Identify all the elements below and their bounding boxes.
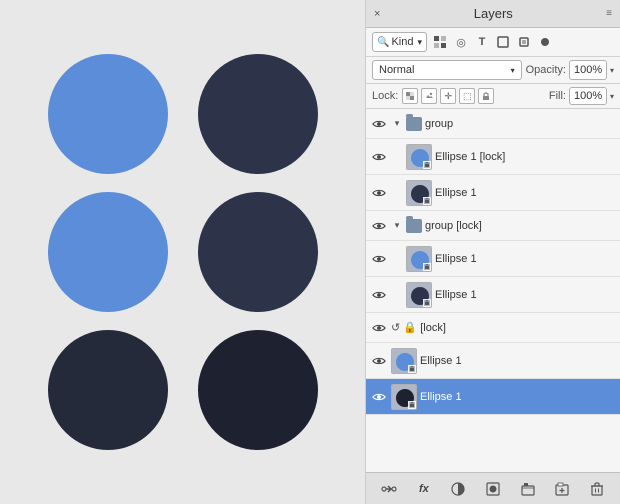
ellipse1b-name: Ellipse 1 — [435, 253, 616, 265]
lock-transparent-btn[interactable] — [402, 88, 418, 104]
blend-mode-value: Normal — [379, 64, 414, 76]
delete-layer-btn[interactable] — [586, 478, 608, 500]
group2-visibility-toggle[interactable] — [370, 217, 388, 235]
ellipse1b-thumb — [406, 246, 432, 272]
panel-close-icon[interactable]: × — [374, 8, 380, 20]
circle-dark-2 — [198, 192, 318, 312]
blend-mode-select[interactable]: Normal ▾ — [372, 60, 522, 80]
layer-ellipse1-a[interactable]: Ellipse 1 — [366, 175, 620, 211]
ellipse1a-name: Ellipse 1 — [435, 187, 616, 199]
lock-row-sync-icon: ↺ — [391, 321, 400, 334]
ellipse1b-visibility[interactable] — [370, 250, 388, 268]
layers-panel: × Layers ≡ 🔍 Kind ▾ ◎ T — [365, 0, 620, 504]
filter-bar: 🔍 Kind ▾ ◎ T — [366, 28, 620, 57]
lock-row-visibility[interactable] — [370, 319, 388, 337]
lock-icons: ✛ ⬚ — [402, 88, 494, 104]
ellipse1lock-name: Ellipse 1 [lock] — [435, 151, 616, 163]
ellipse1lock-visibility[interactable] — [370, 148, 388, 166]
circle-blue-2 — [48, 192, 168, 312]
lock-position-btn[interactable]: ✛ — [440, 88, 456, 104]
ellipse1c-thumb — [406, 282, 432, 308]
filter-pixel-icon[interactable] — [431, 33, 449, 51]
kind-label: Kind — [391, 36, 413, 48]
lock-all-btn[interactable] — [478, 88, 494, 104]
ellipse1d-thumb — [391, 348, 417, 374]
layer-ellipse1-e[interactable]: Ellipse 1 — [366, 379, 620, 415]
ellipse1d-name: Ellipse 1 — [420, 355, 616, 367]
panel-menu-icon[interactable]: ≡ — [606, 8, 612, 19]
group2-folder-icon — [406, 219, 422, 233]
fill-arrow[interactable]: ▾ — [610, 92, 614, 101]
ellipse1e-name: Ellipse 1 — [420, 391, 616, 403]
ellipse1e-visibility[interactable] — [370, 388, 388, 406]
circle-dark-1 — [198, 54, 318, 174]
ellipse1lock-thumb — [406, 144, 432, 170]
filter-icons: ◎ T — [431, 33, 554, 51]
layer-ellipse1-lock[interactable]: Ellipse 1 [lock] — [366, 139, 620, 175]
group1-folder-icon — [406, 117, 422, 131]
group-btn[interactable] — [517, 478, 539, 500]
lock-row-lock-icon: 🔒 — [403, 321, 417, 334]
lock-special-row[interactable]: ↺ 🔒 [lock] — [366, 313, 620, 343]
opacity-label: Opacity: — [526, 64, 566, 76]
lockfill-bar: Lock: ✛ ⬚ Fill: 100% ▾ — [366, 84, 620, 109]
group1-name: group — [425, 118, 616, 130]
panel-title: Layers — [474, 6, 513, 21]
group1-visibility-toggle[interactable] — [370, 115, 388, 133]
fill-section: Fill: 100% ▾ — [549, 87, 614, 105]
group2-expand-arrow[interactable]: ▾ — [391, 220, 403, 232]
circle-row-2 — [48, 192, 318, 312]
layers-list: ▾ group Ellipse 1 [lock] — [366, 109, 620, 472]
panel-toolbar: fx — [366, 472, 620, 504]
layer-ellipse1-b[interactable]: Ellipse 1 — [366, 241, 620, 277]
filter-shape-icon[interactable] — [494, 33, 512, 51]
ellipse1c-visibility[interactable] — [370, 286, 388, 304]
circle-row-1 — [48, 54, 318, 174]
lock-row-name: [lock] — [420, 322, 616, 334]
opacity-input[interactable]: 100% — [569, 60, 607, 80]
blend-mode-bar: Normal ▾ Opacity: 100% ▾ — [366, 57, 620, 84]
kind-dropdown-arrow: ▾ — [417, 37, 422, 48]
filter-adjust-icon[interactable]: ◎ — [452, 33, 470, 51]
blend-mode-arrow: ▾ — [511, 66, 515, 75]
canvas-area — [0, 0, 365, 504]
lock-artboard-btn[interactable]: ⬚ — [459, 88, 475, 104]
lock-image-btn[interactable] — [421, 88, 437, 104]
lock-label: Lock: — [372, 90, 398, 102]
filter-smartobj-icon[interactable] — [515, 33, 533, 51]
mask-btn[interactable] — [482, 478, 504, 500]
kind-filter-select[interactable]: 🔍 Kind ▾ — [372, 32, 427, 52]
group1-expand-arrow[interactable]: ▾ — [391, 118, 403, 130]
ellipse1a-visibility[interactable] — [370, 184, 388, 202]
ellipse1a-thumb — [406, 180, 432, 206]
filter-dot-icon[interactable] — [536, 33, 554, 51]
fill-input[interactable]: 100% — [569, 87, 607, 105]
titlebar-icons: ≡ — [606, 8, 612, 19]
opacity-arrow[interactable]: ▾ — [610, 66, 614, 75]
circle-row-3 — [48, 330, 318, 450]
ellipse1c-name: Ellipse 1 — [435, 289, 616, 301]
layer-ellipse1-c[interactable]: Ellipse 1 — [366, 277, 620, 313]
new-layer-btn[interactable] — [551, 478, 573, 500]
link-layers-btn[interactable] — [378, 478, 400, 500]
group2-name: group [lock] — [425, 220, 616, 232]
circle-dark-3 — [48, 330, 168, 450]
fill-label: Fill: — [549, 90, 566, 102]
group2-header[interactable]: ▾ group [lock] — [366, 211, 620, 241]
fx-btn[interactable]: fx — [413, 478, 435, 500]
opacity-section: Opacity: 100% ▾ — [526, 60, 614, 80]
circle-blue-1 — [48, 54, 168, 174]
ellipse1d-visibility[interactable] — [370, 352, 388, 370]
ellipse1e-thumb — [391, 384, 417, 410]
group1-header[interactable]: ▾ group — [366, 109, 620, 139]
layer-ellipse1-d[interactable]: Ellipse 1 — [366, 343, 620, 379]
circle-dark-4 — [198, 330, 318, 450]
adjustment-btn[interactable] — [447, 478, 469, 500]
filter-text-icon[interactable]: T — [473, 33, 491, 51]
panel-titlebar: × Layers ≡ — [366, 0, 620, 28]
